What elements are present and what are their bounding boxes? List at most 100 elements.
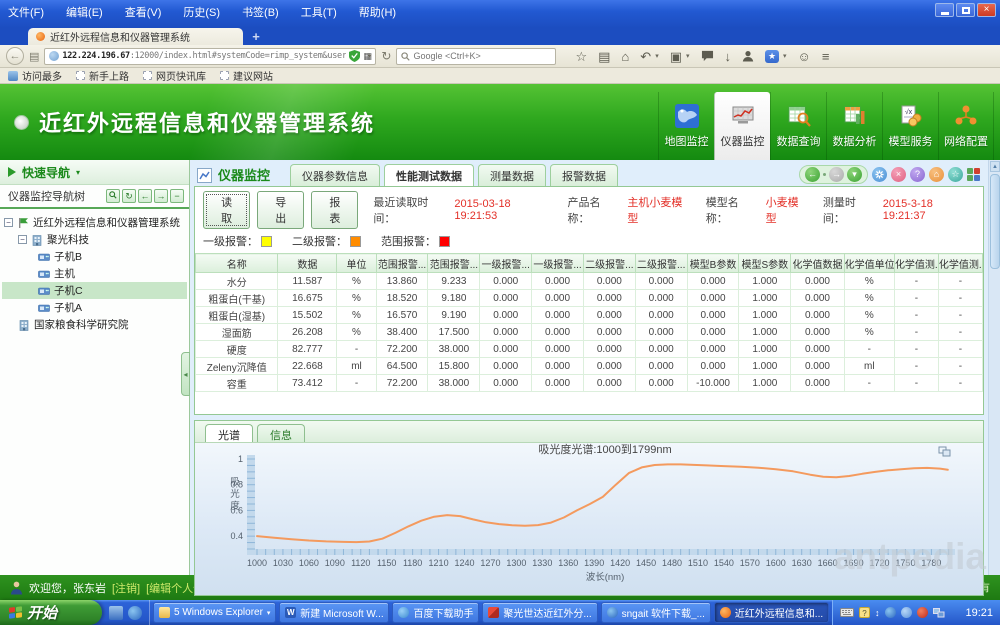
column-header[interactable]: 数据 <box>278 254 337 273</box>
table-row[interactable]: 容重73.412-72.20038.0000.0000.0000.0000.00… <box>196 375 983 392</box>
tree-node-instrument[interactable]: 子机B <box>2 248 187 265</box>
column-header[interactable]: 名称 <box>196 254 278 273</box>
tree-node-instrument[interactable]: 子机A <box>2 299 187 316</box>
favorite-star-icon[interactable]: ☆ <box>948 167 963 182</box>
tab-measurement-data[interactable]: 测量数据 <box>478 164 546 186</box>
tab-info[interactable]: 信息 <box>257 424 305 442</box>
menu-edit[interactable]: 编辑(E) <box>64 3 105 21</box>
collapse-box-icon[interactable]: − <box>18 235 27 244</box>
settings-gear-icon[interactable] <box>872 167 887 182</box>
collapse-box-icon[interactable]: − <box>4 218 13 227</box>
tree-node-org[interactable]: − 聚光科技 <box>2 231 187 248</box>
sync-dropdown-icon[interactable]: ▾ <box>655 52 659 60</box>
table-row[interactable]: 粗蛋白(湿基)15.502%16.5709.1900.0000.0000.000… <box>196 307 983 324</box>
hamburger-menu-icon[interactable]: ≡ <box>822 50 830 63</box>
back-button[interactable]: ← <box>6 47 24 65</box>
url-dropdown-icon[interactable]: ▾ <box>368 52 372 60</box>
tree-search-button[interactable] <box>106 189 120 203</box>
chat-icon[interactable] <box>701 50 714 62</box>
bookmark-star-icon[interactable]: ☆ <box>575 50 587 63</box>
tree-node-instrument-selected[interactable]: 子机C <box>2 282 187 299</box>
security-shield-icon[interactable] <box>349 50 360 62</box>
table-row[interactable]: 湿面筋26.208%38.40017.5000.0000.0000.0000.0… <box>196 324 983 341</box>
column-header[interactable]: 化学值单位 <box>844 254 894 273</box>
sync-icon[interactable]: ↶ <box>640 50 651 63</box>
quick-nav-header[interactable]: 快速导航 ▾ <box>0 160 189 185</box>
report-button[interactable]: 报表 <box>311 191 358 229</box>
start-button[interactable]: 开始 <box>0 600 102 625</box>
url-text[interactable]: 122.224.196.67:12000/index.html#systemCo… <box>62 51 346 61</box>
logout-link[interactable]: [注销] <box>112 580 140 596</box>
nav-model-service[interactable]: √x 模型服务 <box>882 92 938 160</box>
table-row[interactable]: 水分11.587%13.8609.2330.0000.0000.0000.000… <box>196 273 983 290</box>
column-header[interactable]: 范围报警... <box>376 254 428 273</box>
clock[interactable]: 19:21 <box>965 607 993 619</box>
reload-button[interactable]: ↻ <box>381 49 391 63</box>
table-row[interactable]: 硬度82.777-72.20038.0000.0000.0000.0000.00… <box>196 341 983 358</box>
column-header[interactable]: 一级报警... <box>480 254 532 273</box>
security-tray-icon[interactable] <box>917 607 928 618</box>
tab-performance-test[interactable]: 性能测试数据 <box>384 164 474 186</box>
vertical-scrollbar[interactable]: ▲ <box>988 160 1000 575</box>
layout-grid-icon[interactable] <box>967 168 980 181</box>
taskbar-word-button[interactable]: W新建 Microsoft W... <box>279 602 389 623</box>
home-page-icon[interactable]: ⌂ <box>929 167 944 182</box>
sidebar-collapse-handle[interactable]: ◂ <box>181 352 190 396</box>
new-tab-button[interactable]: + <box>243 30 269 45</box>
tree-node-instrument[interactable]: 主机 <box>2 265 187 282</box>
addon-star-icon[interactable]: ★ <box>765 50 779 63</box>
page-forward-icon[interactable]: → <box>829 167 844 182</box>
restore-button[interactable] <box>956 3 975 17</box>
column-header[interactable]: 化学值数据 <box>791 254 844 273</box>
close-page-icon[interactable]: × <box>891 167 906 182</box>
scrollbar-thumb[interactable] <box>990 174 1000 269</box>
column-header[interactable]: 化学值测... <box>938 254 982 273</box>
tree-collapse-button[interactable]: − <box>170 189 184 203</box>
search-input[interactable] <box>413 51 533 61</box>
table-row[interactable]: Zeleny沉降值22.668ml64.50015.8000.0000.0000… <box>196 358 983 375</box>
bookmarks-menu-icon[interactable]: ▤ <box>598 50 610 63</box>
keyboard-icon[interactable] <box>840 608 854 617</box>
feedback-smiley-icon[interactable]: ☺ <box>798 50 811 63</box>
taskbar-explorer-button[interactable]: 5 Windows Explorer▾ <box>153 602 276 623</box>
account-icon[interactable] <box>742 50 754 62</box>
nav-network-config[interactable]: 网络配置 <box>938 92 994 160</box>
column-header[interactable]: 模型S参数 <box>739 254 791 273</box>
bookmark-web-feeds[interactable]: 网页快讯库 <box>143 68 206 83</box>
page-back-icon[interactable]: ← <box>805 167 820 182</box>
menu-view[interactable]: 查看(V) <box>123 3 164 21</box>
bookmark-most-visited[interactable]: 访问最多 <box>8 68 62 83</box>
page-history-dropdown-icon[interactable]: ▾ <box>847 167 862 182</box>
taskbar-ie-button[interactable]: sngait 软件下载_... <box>601 602 711 623</box>
download-icon[interactable]: ↓ <box>725 50 732 63</box>
menu-tools[interactable]: 工具(T) <box>299 3 339 21</box>
help-icon[interactable]: ? <box>910 167 925 182</box>
tree-next-button[interactable]: → <box>154 189 168 203</box>
column-header[interactable]: 模型B参数 <box>687 254 739 273</box>
column-header[interactable]: 单位 <box>337 254 376 273</box>
table-row[interactable]: 粗蛋白(干基)16.675%18.5209.1800.0000.0000.000… <box>196 290 983 307</box>
bookmark-getting-started[interactable]: 新手上路 <box>76 68 129 83</box>
browser-tab[interactable]: 近红外远程信息和仪器管理系统 <box>28 28 243 45</box>
screenshot-icon[interactable]: ▣ <box>670 50 682 63</box>
updown-tray-icon[interactable]: ↕ <box>875 608 880 618</box>
url-bar[interactable]: 122.224.196.67:12000/index.html#systemCo… <box>44 48 376 65</box>
column-header[interactable]: 二级报警... <box>583 254 635 273</box>
menu-history[interactable]: 历史(S) <box>181 3 222 21</box>
messenger-icon[interactable] <box>901 607 912 618</box>
menu-help[interactable]: 帮助(H) <box>357 3 398 21</box>
nav-data-query[interactable]: 数据查询 <box>770 92 826 160</box>
show-desktop-icon[interactable] <box>109 606 123 620</box>
minimize-button[interactable] <box>935 3 954 17</box>
tab-spectrum[interactable]: 光谱 <box>205 424 253 442</box>
menu-bookmarks[interactable]: 书签(B) <box>240 3 281 21</box>
input-method-icon[interactable] <box>885 607 896 618</box>
tab-alarm-data[interactable]: 报警数据 <box>550 164 618 186</box>
nav-data-analysis[interactable]: 数据分析 <box>826 92 882 160</box>
nav-instrument-monitor[interactable]: 仪器监控 <box>714 92 770 160</box>
tree-refresh-button[interactable]: ↻ <box>122 189 136 203</box>
tab-instrument-params[interactable]: 仪器参数信息 <box>290 164 380 186</box>
help-tray-icon[interactable]: ? <box>859 607 870 618</box>
site-identity-icon[interactable] <box>49 51 59 61</box>
scroll-up-icon[interactable]: ▲ <box>990 161 1000 172</box>
